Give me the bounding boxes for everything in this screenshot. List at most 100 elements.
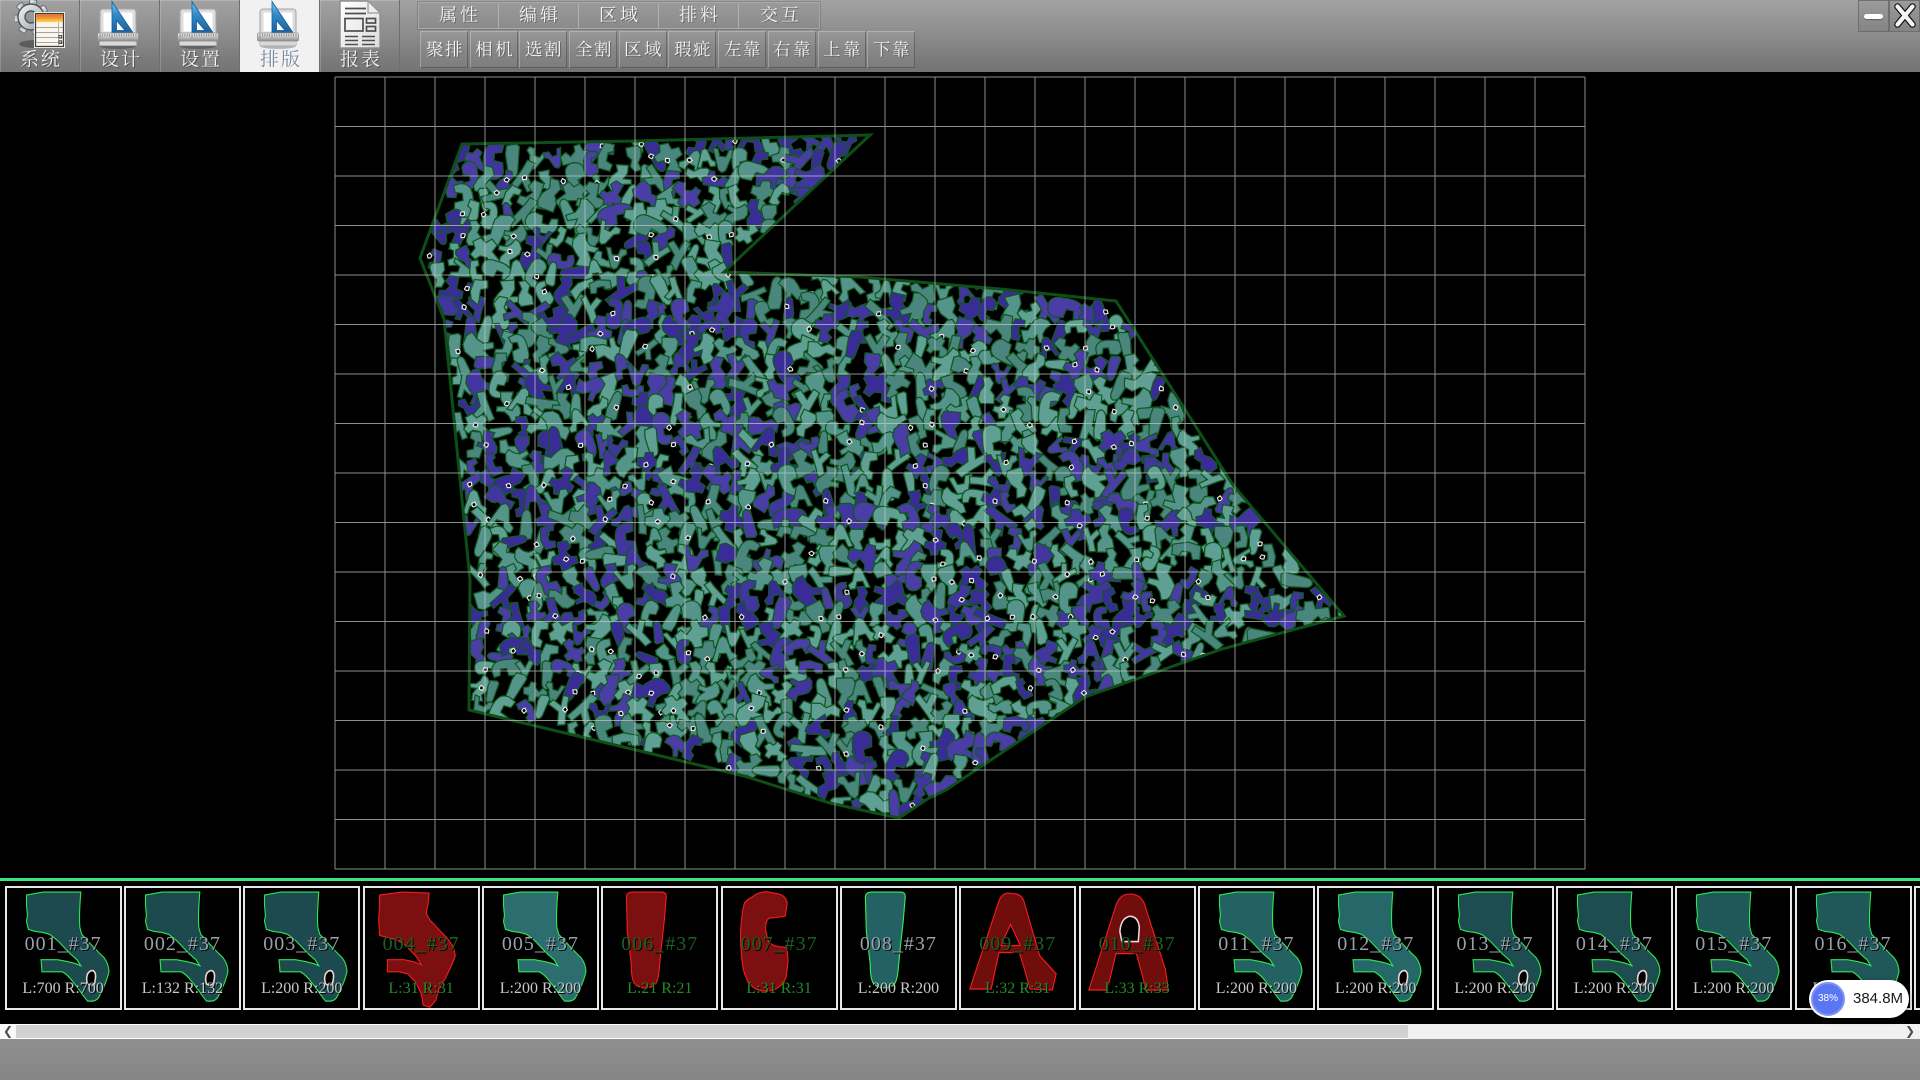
tool-button-0[interactable] bbox=[420, 31, 468, 68]
part-cell-005_#37[interactable]: 005_#37 L:200 R:200 bbox=[482, 886, 599, 1010]
app-button-report[interactable] bbox=[320, 0, 400, 72]
part-cell-004_#37[interactable]: 004_#37 L:31 R:31 bbox=[363, 886, 480, 1010]
part-name: 015_#37 bbox=[1677, 933, 1790, 956]
tool-button-2[interactable] bbox=[519, 31, 567, 68]
tool-button-9[interactable] bbox=[867, 31, 915, 68]
part-name: 009_#37 bbox=[961, 933, 1074, 956]
part-cell-008_#37[interactable]: 008_#37 L:200 R:200 bbox=[840, 886, 957, 1010]
menu-tabs bbox=[418, 2, 820, 29]
report-doc-icon bbox=[335, 1, 385, 49]
app-mode-bar bbox=[0, 0, 402, 72]
menu-tab-0[interactable] bbox=[419, 3, 499, 28]
close-icon bbox=[1892, 3, 1918, 29]
menu-tab-1[interactable] bbox=[499, 3, 579, 28]
tool-button-3[interactable] bbox=[569, 31, 617, 68]
part-cell-010_#37[interactable]: 010_#37L:33 R:33 bbox=[1079, 886, 1196, 1010]
part-name: 003_#37 bbox=[245, 933, 358, 956]
part-lr-count: L:200 R:200 bbox=[1439, 980, 1552, 998]
tool-button-label bbox=[525, 39, 562, 60]
tool-button-label bbox=[773, 39, 810, 60]
system-gear-icon bbox=[15, 1, 65, 49]
part-cell-015_#37[interactable]: 015_#37 L:200 R:200 bbox=[1675, 886, 1792, 1010]
status-bar bbox=[0, 1039, 1920, 1080]
close-button[interactable] bbox=[1889, 0, 1920, 32]
app-button-label bbox=[180, 49, 220, 71]
scrollbar-thumb[interactable] bbox=[16, 1024, 1408, 1039]
app-button-design[interactable] bbox=[80, 0, 160, 72]
tool-button-label bbox=[873, 39, 910, 60]
tool-button-5[interactable] bbox=[668, 31, 716, 68]
scroll-left-arrow[interactable]: ❮ bbox=[0, 1024, 16, 1039]
part-name: 013_#37 bbox=[1439, 933, 1552, 956]
part-lr-count: L:200 R:200 bbox=[1200, 980, 1313, 998]
tool-button-6[interactable] bbox=[718, 31, 766, 68]
nesting-board-icon bbox=[255, 1, 305, 49]
tool-button-4[interactable] bbox=[619, 31, 667, 68]
app-button-nesting[interactable] bbox=[240, 0, 320, 72]
part-name: 008_#37 bbox=[842, 933, 955, 956]
menu-tab-4[interactable] bbox=[739, 3, 819, 28]
memory-value: 384.8M bbox=[1853, 980, 1903, 1018]
top-toolbar bbox=[0, 0, 1920, 72]
part-lr-count: L:21 R:21 bbox=[603, 980, 716, 998]
app-button-settings[interactable] bbox=[160, 0, 240, 72]
progress-circle: 38% bbox=[1811, 982, 1845, 1016]
part-lr-count: L:132 R:132 bbox=[126, 980, 239, 998]
tool-button-label bbox=[724, 39, 761, 60]
part-cell-006_#37[interactable]: 006_#37 L:21 R:21 bbox=[601, 886, 718, 1010]
menu-tab-3[interactable] bbox=[659, 3, 739, 28]
tool-button-label bbox=[426, 39, 463, 60]
minimize-button[interactable] bbox=[1858, 0, 1889, 32]
part-cell-014_#37[interactable]: 014_#37 L:200 R:200 bbox=[1556, 886, 1673, 1010]
menu-tab-label bbox=[439, 5, 478, 26]
part-cell-013_#37[interactable]: 013_#37 L:200 R:200 bbox=[1437, 886, 1554, 1010]
part-lr-count: L:200 R:200 bbox=[1677, 980, 1790, 998]
part-lr-count: L:200 R:200 bbox=[1558, 980, 1671, 998]
part-cell-009_#37[interactable]: 009_#37 L:32 R:31 bbox=[959, 886, 1076, 1010]
part-lr-count: L:33 R:33 bbox=[1081, 980, 1194, 998]
part-cell-017_#37[interactable]: 017_#37L:200 R:200 bbox=[1914, 886, 1920, 1010]
part-lr-count: L:700 R:700 bbox=[7, 980, 120, 998]
parts-strip: 001_#37L:700 R:700002_#37L:132 R:132003_… bbox=[0, 881, 1920, 1024]
part-name: 005_#37 bbox=[484, 933, 597, 956]
nesting-canvas[interactable] bbox=[0, 72, 1920, 878]
part-cell-003_#37[interactable]: 003_#37 L:200 R:200 bbox=[243, 886, 360, 1010]
part-lr-count: L:200 R:200 bbox=[245, 980, 358, 998]
part-cell-011_#37[interactable]: 011_#37L:200 R:200 bbox=[1198, 886, 1315, 1010]
tool-buttons-row bbox=[420, 31, 917, 68]
minimize-icon bbox=[1864, 14, 1883, 19]
scroll-right-arrow[interactable]: ❯ bbox=[1902, 1024, 1918, 1039]
part-name: 012_#37 bbox=[1319, 933, 1432, 956]
tool-button-1[interactable] bbox=[470, 31, 518, 68]
part-lr-count: L:200 R:200 bbox=[842, 980, 955, 998]
app-button-label bbox=[340, 49, 380, 71]
menu-tab-label bbox=[679, 5, 718, 26]
part-name: 006_#37 bbox=[603, 933, 716, 956]
app-button-label bbox=[100, 49, 140, 71]
tool-button-label bbox=[823, 39, 860, 60]
part-name: 017_#37 bbox=[1916, 933, 1920, 956]
menu-tab-label bbox=[760, 5, 799, 26]
part-lr-count: L:200 R:200 bbox=[1319, 980, 1432, 998]
part-cell-012_#37[interactable]: 012_#37 L:200 R:200 bbox=[1317, 886, 1434, 1010]
tool-button-label bbox=[575, 39, 612, 60]
menu-tab-2[interactable] bbox=[579, 3, 659, 28]
part-cell-007_#37[interactable]: 007_#37L:31 R:31 bbox=[721, 886, 838, 1010]
part-lr-count: L:31 R:31 bbox=[365, 980, 478, 998]
tool-button-7[interactable] bbox=[768, 31, 816, 68]
tool-button-label bbox=[674, 39, 711, 60]
app-button-label bbox=[260, 49, 300, 71]
tool-button-8[interactable] bbox=[818, 31, 866, 68]
part-name: 002_#37 bbox=[126, 933, 239, 956]
part-cell-002_#37[interactable]: 002_#37 L:132 R:132 bbox=[124, 886, 241, 1010]
part-name: 004_#37 bbox=[365, 933, 478, 956]
app-button-system[interactable] bbox=[0, 0, 80, 72]
part-lr-count: L:32 R:31 bbox=[961, 980, 1074, 998]
part-name: 014_#37 bbox=[1558, 933, 1671, 956]
menu-tab-label bbox=[599, 5, 638, 26]
part-name: 016_#37 bbox=[1797, 933, 1910, 956]
part-lr-count: L:200 R:200 bbox=[484, 980, 597, 998]
horizontal-scrollbar[interactable]: ❮ ❯ bbox=[0, 1024, 1920, 1039]
part-cell-001_#37[interactable]: 001_#37L:700 R:700 bbox=[5, 886, 122, 1010]
app-button-label bbox=[20, 49, 60, 71]
